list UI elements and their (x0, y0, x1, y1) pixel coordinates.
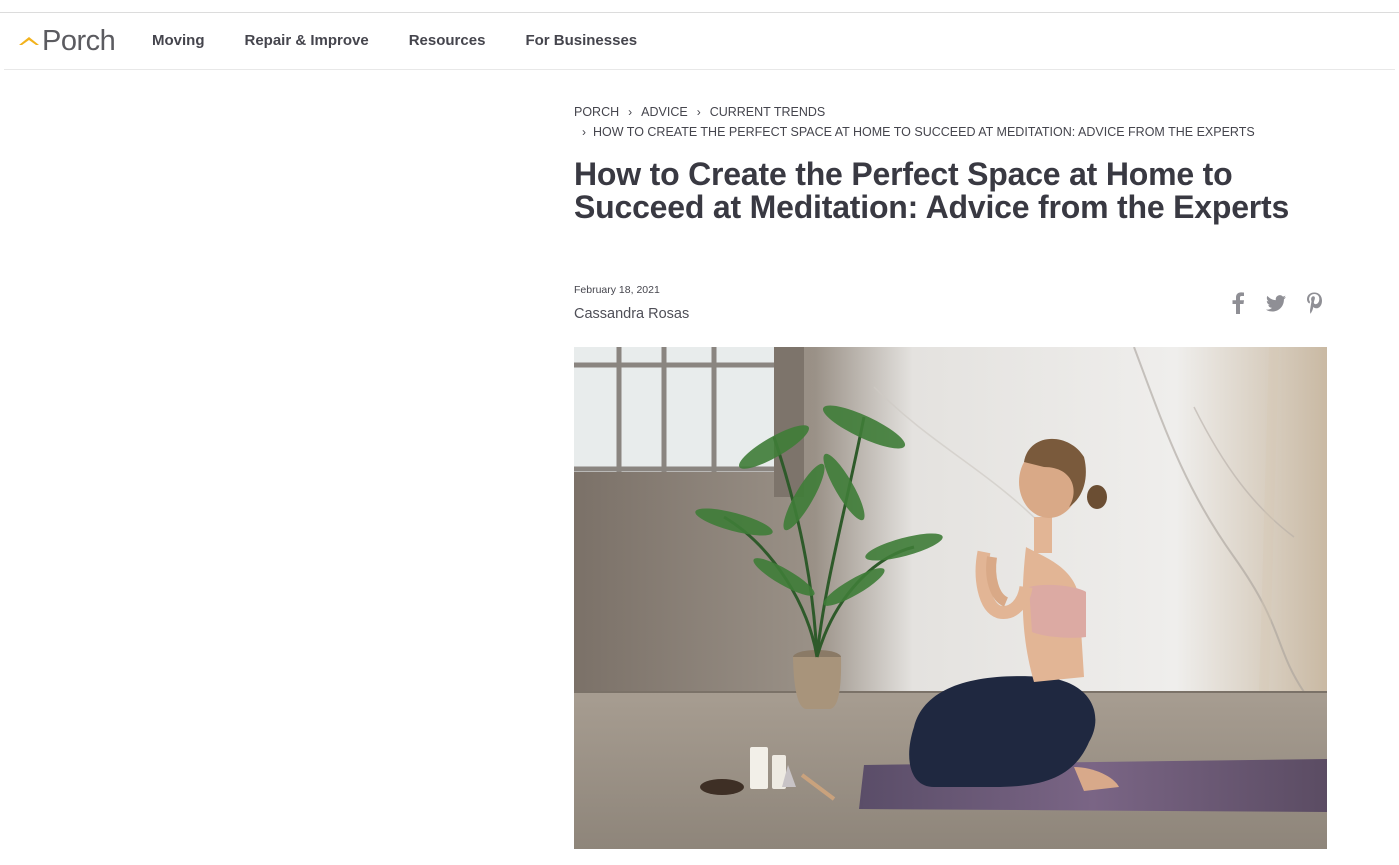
breadcrumb-separator: › (628, 105, 633, 119)
nav-repair-improve[interactable]: Repair & Improve (245, 32, 369, 49)
breadcrumb-separator: › (582, 125, 586, 139)
site-header: Porch Moving Repair & Improve Resources … (4, 13, 1395, 70)
roof-icon (18, 33, 40, 49)
facebook-icon[interactable] (1226, 290, 1250, 316)
breadcrumb: PORCH › ADVICE › CURRENT TRENDS › HOW TO… (574, 102, 1334, 142)
nav-for-businesses[interactable]: For Businesses (525, 32, 637, 49)
nav-resources[interactable]: Resources (409, 32, 486, 49)
breadcrumb-separator: › (696, 105, 701, 119)
twitter-icon[interactable] (1264, 290, 1288, 316)
breadcrumb-porch[interactable]: PORCH (574, 102, 619, 122)
main-nav: Moving Repair & Improve Resources For Bu… (152, 32, 677, 49)
porch-logo[interactable]: Porch (18, 24, 116, 57)
hero-image (574, 347, 1327, 849)
share-buttons (1226, 290, 1326, 316)
breadcrumb-advice[interactable]: ADVICE (641, 102, 688, 122)
breadcrumb-current-trends[interactable]: CURRENT TRENDS (710, 102, 826, 122)
logo-text: Porch (42, 24, 116, 57)
article-title: How to Create the Perfect Space at Home … (574, 156, 1290, 225)
breadcrumb-current-page: HOW TO CREATE THE PERFECT SPACE AT HOME … (593, 125, 1255, 139)
nav-moving[interactable]: Moving (152, 32, 205, 49)
author-name[interactable]: Cassandra Rosas (574, 306, 689, 322)
pinterest-icon[interactable] (1302, 290, 1326, 316)
publish-date: February 18, 2021 (574, 284, 660, 296)
